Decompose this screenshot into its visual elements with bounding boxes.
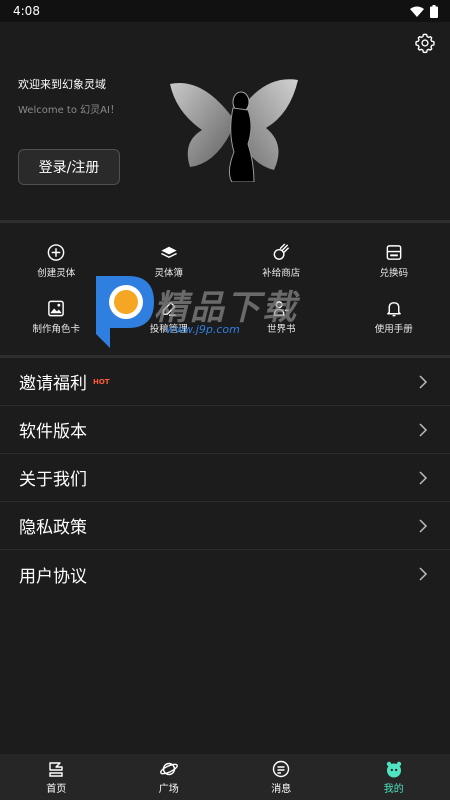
menu-item-label: 邀请福利 bbox=[19, 374, 87, 394]
chevron-right-icon bbox=[419, 567, 428, 581]
menu-item-label: 用户协议 bbox=[19, 566, 87, 587]
status-bar: 4:08 bbox=[0, 0, 450, 22]
profile-icon bbox=[386, 761, 401, 778]
tab-square[interactable]: 广场 bbox=[113, 754, 226, 800]
card-icon bbox=[386, 245, 402, 260]
welcome-subtitle: Welcome to 幻灵AI！ bbox=[18, 105, 120, 116]
grid-item-redeem-code[interactable]: 兑换码 bbox=[338, 243, 450, 279]
grid-item-label: 投稿管理 bbox=[149, 324, 188, 335]
fairy-illustration bbox=[170, 79, 298, 182]
menu-item-user-agreement[interactable]: 用户协议 bbox=[0, 550, 450, 598]
chevron-right-icon bbox=[419, 518, 428, 533]
grid-item-label: 兑换码 bbox=[379, 268, 408, 279]
book-icon bbox=[160, 246, 177, 259]
grid-item-create-spirit[interactable]: 创建灵体 bbox=[0, 243, 113, 279]
tab-label: 首页 bbox=[46, 784, 67, 795]
settings-gear-icon[interactable] bbox=[414, 32, 436, 54]
grid-item-label: 灵体簿 bbox=[154, 268, 183, 279]
tab-messages[interactable]: 消息 bbox=[225, 754, 338, 800]
hot-badge: HOT bbox=[93, 377, 110, 386]
profile-header: 欢迎来到幻象灵域 Welcome to 幻灵AI！ 登录/注册 bbox=[0, 22, 450, 220]
battery-icon bbox=[430, 4, 438, 18]
grid-item-label: 补给商店 bbox=[262, 268, 301, 279]
status-icons bbox=[410, 4, 438, 18]
grid-item-label: 世界书 bbox=[266, 324, 296, 335]
planet-icon bbox=[159, 762, 178, 776]
bell-icon bbox=[386, 302, 401, 317]
menu-item-label: 隐私政策 bbox=[19, 518, 87, 538]
meteor-icon bbox=[273, 243, 290, 260]
grid-item-world-book[interactable]: 世界书 bbox=[225, 299, 338, 335]
status-time: 4:08 bbox=[13, 4, 40, 18]
menu-item-invite-rewards[interactable]: 邀请福利 HOT bbox=[0, 358, 450, 406]
tab-home[interactable]: 首页 bbox=[0, 754, 113, 800]
menu-item-privacy-policy[interactable]: 隐私政策 bbox=[0, 502, 450, 550]
menu-item-label: 关于我们 bbox=[19, 470, 87, 490]
image-icon bbox=[48, 300, 65, 317]
menu-item-label-wrap: 邀请福利 HOT bbox=[19, 369, 110, 394]
edit-icon bbox=[162, 302, 176, 316]
tab-label: 消息 bbox=[271, 784, 292, 795]
section-divider bbox=[0, 220, 450, 223]
wifi-icon bbox=[410, 6, 424, 17]
login-register-button[interactable]: 登录/注册 bbox=[18, 149, 120, 185]
user-book-icon bbox=[273, 301, 289, 316]
settings-menu: 邀请福利 HOT 软件版本 关于我们 隐私政策 用户协议 bbox=[0, 358, 450, 598]
welcome-title: 欢迎来到幻象灵域 bbox=[18, 78, 106, 91]
home-icon bbox=[49, 762, 63, 777]
tab-label: 我的 bbox=[383, 784, 404, 795]
bottom-tab-bar: 首页 广场 消息 我的 bbox=[0, 754, 450, 800]
grid-item-label: 创建灵体 bbox=[37, 268, 76, 279]
menu-item-about-us[interactable]: 关于我们 bbox=[0, 454, 450, 502]
grid-item-label: 制作角色卡 bbox=[32, 324, 80, 335]
grid-item-spirit-book[interactable]: 灵体簿 bbox=[113, 243, 226, 279]
grid-item-supply-shop[interactable]: 补给商店 bbox=[225, 243, 338, 279]
grid-item-user-manual[interactable]: 使用手册 bbox=[338, 299, 450, 335]
grid-item-make-character-card[interactable]: 制作角色卡 bbox=[0, 299, 113, 335]
feature-grid: 创建灵体 灵体簿 补给商店 兑换码 制作角色卡 投稿管理 世界书 使用手册 bbox=[0, 243, 450, 335]
chevron-right-icon bbox=[419, 422, 428, 437]
tab-mine[interactable]: 我的 bbox=[338, 754, 450, 800]
message-icon bbox=[273, 760, 290, 778]
chevron-right-icon bbox=[419, 374, 428, 389]
grid-item-label: 使用手册 bbox=[374, 324, 413, 335]
plus-circle-icon bbox=[47, 244, 65, 261]
chevron-right-icon bbox=[419, 470, 428, 485]
menu-item-label: 软件版本 bbox=[19, 422, 87, 442]
menu-item-software-version[interactable]: 软件版本 bbox=[0, 406, 450, 454]
grid-item-submission-management[interactable]: 投稿管理 bbox=[113, 299, 226, 335]
tab-label: 广场 bbox=[158, 784, 179, 795]
